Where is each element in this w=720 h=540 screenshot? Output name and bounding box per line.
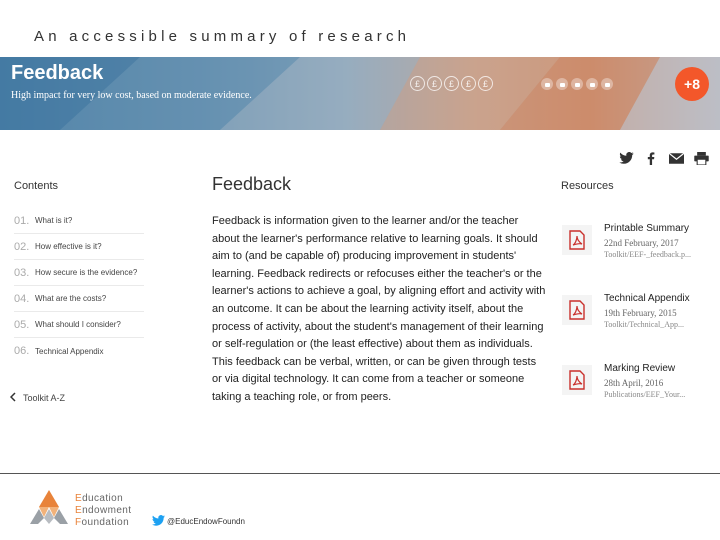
pound-icon: £ [444,76,459,91]
toc-label: How secure is the evidence? [35,268,138,277]
cost-rating: £ £ £ £ £ [410,76,493,91]
resource-date: 22nd February, 2017 [604,238,679,248]
toc-number: 05. [14,318,30,331]
banner-title: Feedback [11,62,104,84]
banner-subtitle: High impact for very low cost, based on … [11,90,252,101]
resource-date: 19th February, 2015 [604,308,677,318]
table-of-contents: 01. What is it? 02. How effective is it? 0… [14,208,144,364]
lock-icon [601,78,613,90]
logo-line: Education [75,493,124,504]
pound-icon: £ [410,76,425,91]
toc-number: 02. [14,240,30,253]
toc-label: What is it? [35,216,73,225]
toc-number: 03. [14,266,30,279]
lock-icon [586,78,598,90]
resource-item[interactable]: Marking Review 28th April, 2016 Publicat… [562,363,712,411]
toc-item[interactable]: 04. What are the costs? [14,286,144,312]
pdf-icon [562,295,592,325]
eef-logo [30,490,68,524]
resource-item[interactable]: Printable Summary 22nd February, 2017 To… [562,223,712,271]
toc-item[interactable]: 01. What is it? [14,208,144,234]
contents-heading: Contents [14,180,59,192]
resource-title: Printable Summary [604,223,690,234]
toc-item[interactable]: 06. Technical Appendix [14,338,144,364]
logo-line: Foundation [75,517,130,528]
toc-item[interactable]: 05. What should I consider? [14,312,144,338]
eef-logo-text: Education Endowment Foundation [75,493,131,529]
tagline: An accessible summary of research [34,28,411,45]
pound-icon: £ [461,76,476,91]
footer-divider [0,473,720,474]
toc-label: What should I consider? [35,320,121,329]
resource-title: Technical Appendix [604,293,690,304]
share-bar [618,151,709,165]
resources-heading: Resources [561,180,614,192]
toc-number: 04. [14,292,30,305]
toc-label: What are the costs? [35,294,107,303]
resource-item[interactable]: Technical Appendix 19th February, 2015 T… [562,293,712,341]
toolkit-back-link[interactable]: Toolkit A-Z [9,392,66,404]
toc-number: 06. [14,345,30,357]
page-title: Feedback [212,174,292,194]
toc-label: Technical Appendix [35,346,104,356]
lock-icon [556,78,568,90]
evidence-rating [541,78,613,90]
pdf-icon [562,225,592,255]
print-icon[interactable] [693,151,709,165]
summary-text: Feedback is information given to the lea… [212,215,546,403]
facebook-icon[interactable] [643,151,659,165]
resource-path: Toolkit/Technical_App... [604,320,684,329]
chevron-left-icon [9,392,16,404]
resource-title: Marking Review [604,363,676,374]
toc-number: 01. [14,214,30,227]
toolkit-link-label: Toolkit A-Z [23,393,66,403]
resource-path: Publications/EEF_Your... [604,390,686,399]
pound-icon: £ [478,76,493,91]
toc-item[interactable]: 02. How effective is it? [14,234,144,260]
twitter-icon[interactable] [618,151,634,165]
email-icon[interactable] [668,151,684,165]
hero-banner: Feedback High impact for very low cost, … [0,57,720,130]
toc-item[interactable]: 03. How secure is the evidence? [14,260,144,286]
pound-icon: £ [427,76,442,91]
pdf-icon [562,365,592,395]
logo-line: Endowment [75,505,132,516]
resource-path: Toolkit/EEF-_feedback.p... [604,250,691,259]
lock-icon [541,78,553,90]
twitter-icon [152,515,165,528]
twitter-handle: @EducEndowFoundn [167,517,245,526]
twitter-handle-link[interactable]: @EducEndowFoundn [152,515,245,528]
resource-date: 28th April, 2016 [604,378,664,388]
lock-icon [571,78,583,90]
toc-label: How effective is it? [35,242,102,251]
impact-badge: +8 [675,67,709,101]
